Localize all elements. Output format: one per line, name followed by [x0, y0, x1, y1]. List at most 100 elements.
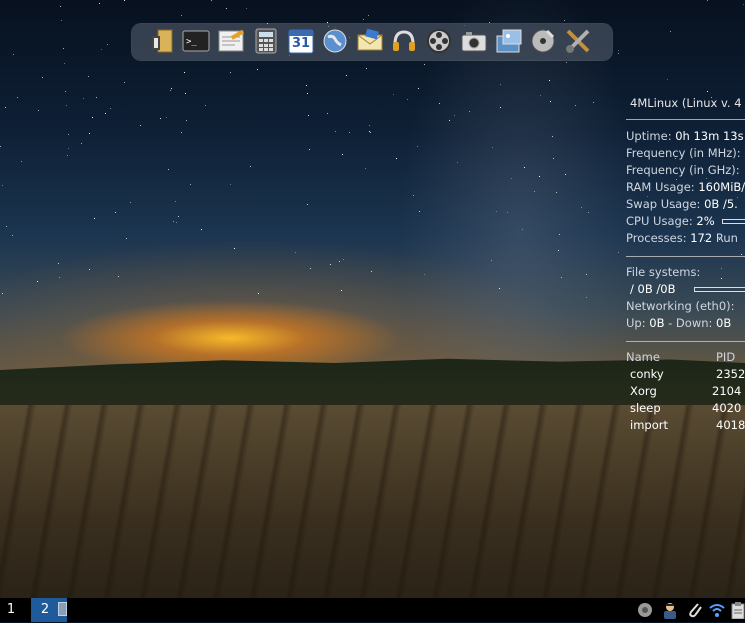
settings-tools-icon[interactable]: [564, 27, 592, 55]
web-browser-icon[interactable]: [321, 27, 349, 55]
star: [63, 48, 64, 49]
video-player-icon[interactable]: [425, 27, 453, 55]
star: [457, 162, 458, 163]
star: [101, 49, 102, 50]
star: [368, 15, 369, 16]
user-agent-icon[interactable]: [661, 601, 679, 619]
star: [707, 91, 708, 92]
calendar-icon[interactable]: 31: [287, 27, 315, 55]
star: [500, 84, 501, 85]
star: [369, 125, 370, 126]
audio-player-icon[interactable]: [390, 27, 418, 55]
star: [178, 216, 179, 217]
star: [66, 105, 67, 106]
star: [58, 263, 59, 264]
star: [68, 148, 69, 149]
star: [540, 95, 541, 96]
star: [349, 132, 350, 133]
volume-icon[interactable]: [636, 601, 654, 619]
star: [37, 281, 38, 282]
processes-label: Processes:: [626, 231, 687, 245]
uptime-label: Uptime:: [626, 129, 672, 143]
star: [566, 62, 567, 63]
cd-burner-icon[interactable]: [529, 27, 557, 55]
terminal-icon[interactable]: >_: [182, 27, 210, 55]
star: [534, 191, 535, 192]
star: [185, 93, 186, 94]
clipboard-icon[interactable]: [729, 601, 745, 620]
frequency-ghz-label: Frequency (in GHz):: [626, 163, 740, 177]
conky-separator: [626, 256, 745, 257]
star: [81, 143, 82, 144]
star: [339, 261, 340, 262]
swap-usage-row: Swap Usage: 0B /5.: [626, 196, 738, 213]
ram-usage-row: RAM Usage: 160MiB/: [626, 179, 745, 196]
cpu-usage-bar: [722, 219, 745, 224]
process-pid: 2352: [716, 367, 745, 381]
star: [343, 259, 344, 260]
star: [130, 202, 131, 203]
star: [511, 178, 512, 179]
process-pid: 4020: [712, 401, 742, 415]
star: [12, 235, 13, 236]
swap-value: 0B /5.: [704, 197, 738, 211]
process-name: sleep: [630, 401, 661, 415]
star: [250, 166, 251, 167]
filesystems-label: File systems:: [626, 265, 701, 279]
networking-label: Networking (eth0):: [626, 299, 735, 313]
mail-icon[interactable]: [356, 27, 384, 55]
star: [140, 125, 141, 126]
star: [190, 184, 191, 185]
star: [618, 53, 619, 54]
calendar-day: 31: [291, 36, 311, 51]
star: [166, 117, 167, 118]
star: [295, 252, 296, 253]
process-name: import: [630, 418, 668, 432]
star: [99, 3, 100, 4]
text-editor-icon[interactable]: [217, 27, 245, 55]
star: [565, 174, 566, 175]
workspace-window-preview: [58, 602, 67, 616]
workspace-1-button[interactable]: 1: [0, 598, 22, 622]
star: [575, 105, 576, 106]
conky-separator: [626, 119, 745, 120]
file-manager-icon[interactable]: [148, 27, 176, 55]
image-viewer-icon[interactable]: [495, 27, 523, 55]
upload-value: 0B: [649, 316, 665, 330]
process-pid-header: PID: [716, 350, 736, 364]
star: [89, 269, 90, 270]
wifi-icon[interactable]: [708, 601, 726, 619]
star: [89, 133, 90, 134]
star: [258, 293, 259, 294]
star: [310, 268, 311, 269]
ram-value: 160MiB/: [698, 180, 745, 194]
star: [407, 99, 408, 100]
star: [160, 118, 161, 119]
star: [559, 234, 560, 235]
star: [64, 63, 65, 64]
process-name: Xorg: [630, 384, 657, 398]
star: [184, 72, 185, 73]
paperclip-icon[interactable]: [686, 601, 704, 619]
star: [588, 212, 589, 213]
star: [2, 293, 3, 294]
star: [419, 211, 420, 212]
screenshot-icon[interactable]: [460, 27, 488, 55]
star: [743, 4, 744, 5]
process-name: conky: [630, 367, 664, 381]
cpu-usage-row: CPU Usage: 2%: [626, 213, 715, 230]
star: [5, 107, 6, 108]
workspace-2-label: 2: [40, 602, 50, 617]
star: [371, 271, 372, 272]
star: [170, 90, 171, 91]
star: [2, 185, 3, 186]
star: [586, 274, 587, 275]
star: [67, 155, 68, 156]
star: [418, 88, 419, 89]
calculator-icon[interactable]: [252, 27, 280, 55]
star: [0, 146, 1, 147]
star: [393, 94, 394, 95]
conky-system-monitor: 4MLinux (Linux v. 4 Uptime: 0h 13m 13s F…: [626, 95, 745, 435]
star: [173, 221, 174, 222]
star: [618, 50, 619, 51]
